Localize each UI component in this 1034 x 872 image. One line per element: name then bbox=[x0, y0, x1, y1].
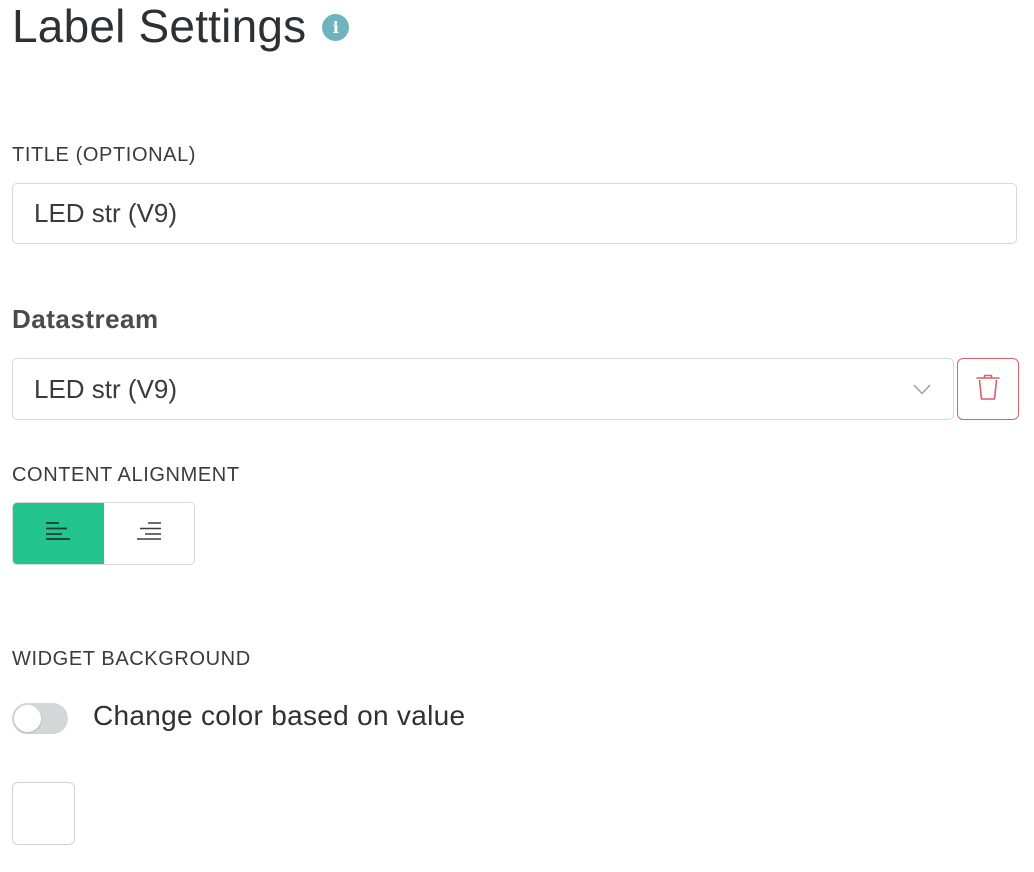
background-color-swatch[interactable] bbox=[12, 782, 75, 845]
delete-datastream-button[interactable] bbox=[957, 358, 1019, 420]
align-right-icon bbox=[136, 521, 162, 546]
trash-icon bbox=[976, 373, 1000, 406]
page-title: Label Settings bbox=[12, 0, 307, 52]
change-color-toggle[interactable] bbox=[12, 703, 68, 734]
info-icon[interactable]: i bbox=[322, 13, 350, 41]
datastream-select[interactable]: LED str (V9) bbox=[12, 358, 954, 420]
align-right-button[interactable] bbox=[103, 503, 194, 564]
align-left-icon bbox=[45, 521, 71, 546]
content-alignment-label: CONTENT ALIGNMENT bbox=[12, 464, 240, 486]
title-row: Label Settings i bbox=[12, 0, 350, 52]
title-field-label: TITLE (OPTIONAL) bbox=[12, 144, 197, 166]
change-color-toggle-label: Change color based on value bbox=[93, 700, 466, 731]
align-left-button[interactable] bbox=[13, 503, 104, 564]
content-alignment-toggle-group bbox=[12, 502, 195, 565]
label-settings-page: Label Settings i TITLE (OPTIONAL) Datast… bbox=[0, 0, 1034, 872]
toggle-knob bbox=[14, 705, 41, 732]
datastream-heading: Datastream bbox=[12, 304, 159, 334]
chevron-down-icon bbox=[912, 382, 932, 396]
widget-background-label: WIDGET BACKGROUND bbox=[12, 648, 251, 670]
datastream-selected-value: LED str (V9) bbox=[34, 373, 178, 404]
title-input[interactable] bbox=[12, 183, 1017, 244]
